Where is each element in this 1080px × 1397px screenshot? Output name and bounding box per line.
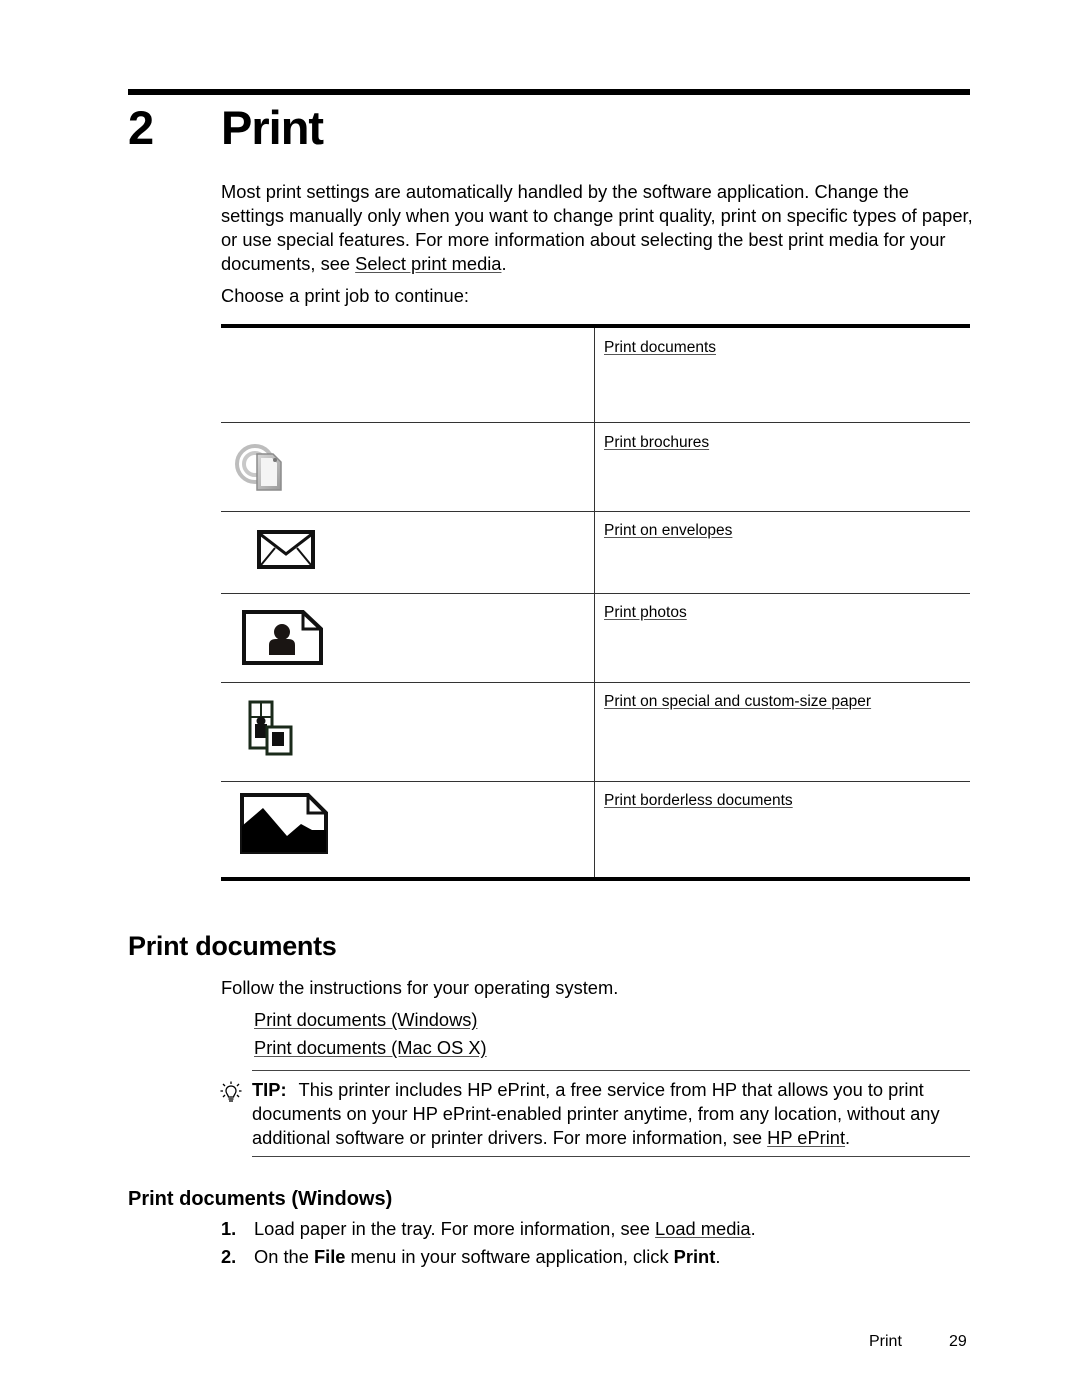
table-row-divider (221, 781, 970, 782)
table-bottom-rule (221, 877, 970, 881)
tip-bottom-rule (252, 1156, 970, 1157)
file-menu-term: File (313, 1246, 346, 1267)
chapter-title: Print (221, 101, 324, 154)
print-brochures-link[interactable]: Print brochures (604, 433, 709, 453)
print-documents-windows-link[interactable]: Print documents (Windows) (254, 1008, 478, 1032)
tip-label: TIP: (252, 1079, 287, 1100)
tip-paragraph: TIP: This printer includes HP ePrint, a f… (252, 1078, 974, 1150)
lightbulb-icon (220, 1081, 242, 1105)
tip-text-end: . (845, 1127, 851, 1148)
tip-top-rule (252, 1070, 970, 1071)
windows-subheading: Print documents (Windows) (128, 1188, 393, 1210)
choose-prompt: Choose a print job to continue: (221, 285, 469, 306)
step-text: On the (254, 1246, 314, 1267)
print-special-custom-size-paper-link[interactable]: Print on special and custom-size paper (604, 692, 871, 712)
intro-paragraph: Most print settings are automatically ha… (221, 180, 973, 276)
print-command-term: Print (673, 1246, 716, 1267)
print-documents-link[interactable]: Print documents (604, 338, 716, 358)
chapter-number: 2 (128, 101, 154, 154)
follow-instructions-text: Follow the instructions for your operati… (221, 977, 619, 998)
print-on-envelopes-link[interactable]: Print on envelopes (604, 521, 732, 541)
step-number: 2. (221, 1246, 237, 1267)
footer-section-name: Print (869, 1333, 902, 1350)
brochure-icon (235, 442, 287, 496)
table-row-divider (221, 593, 970, 594)
step-text-end: . (750, 1218, 756, 1239)
print-photos-link[interactable]: Print photos (604, 603, 687, 623)
table-row-divider (221, 511, 970, 512)
manual-page: 2 Print Most print settings are automati… (0, 0, 1080, 1397)
custom-size-paper-icon (248, 700, 296, 758)
step-text: Load paper in the tray. For more informa… (254, 1218, 656, 1239)
envelope-icon (257, 530, 315, 570)
step-number: 1. (221, 1218, 237, 1239)
section-heading: Print documents (128, 931, 337, 961)
intro-text-end: . (501, 253, 507, 274)
chapter-rule (128, 89, 970, 95)
footer-page-number: 29 (949, 1333, 967, 1350)
print-borderless-documents-link[interactable]: Print borderless documents (604, 791, 793, 811)
step-text: menu in your software application, click (345, 1246, 674, 1267)
table-column-divider (594, 328, 595, 878)
step-item: 1. Load paper in the tray. For more infor… (221, 1217, 981, 1241)
step-item: 2. On the File menu in your software appl… (221, 1245, 981, 1269)
step-text-end: . (715, 1246, 721, 1267)
print-jobs-table: Print documents Print brochures Print on… (221, 324, 970, 881)
select-print-media-link[interactable]: Select print media (355, 253, 501, 274)
intro-text: Most print settings are automatically ha… (221, 181, 973, 274)
table-top-rule (221, 324, 970, 328)
photo-icon (241, 609, 325, 666)
print-documents-mac-link[interactable]: Print documents (Mac OS X) (254, 1036, 487, 1060)
load-media-link[interactable]: Load media (655, 1218, 751, 1239)
table-row-divider (221, 422, 970, 423)
hp-eprint-link[interactable]: HP ePrint (767, 1127, 845, 1148)
table-row-divider (221, 682, 970, 683)
borderless-icon (239, 792, 329, 855)
